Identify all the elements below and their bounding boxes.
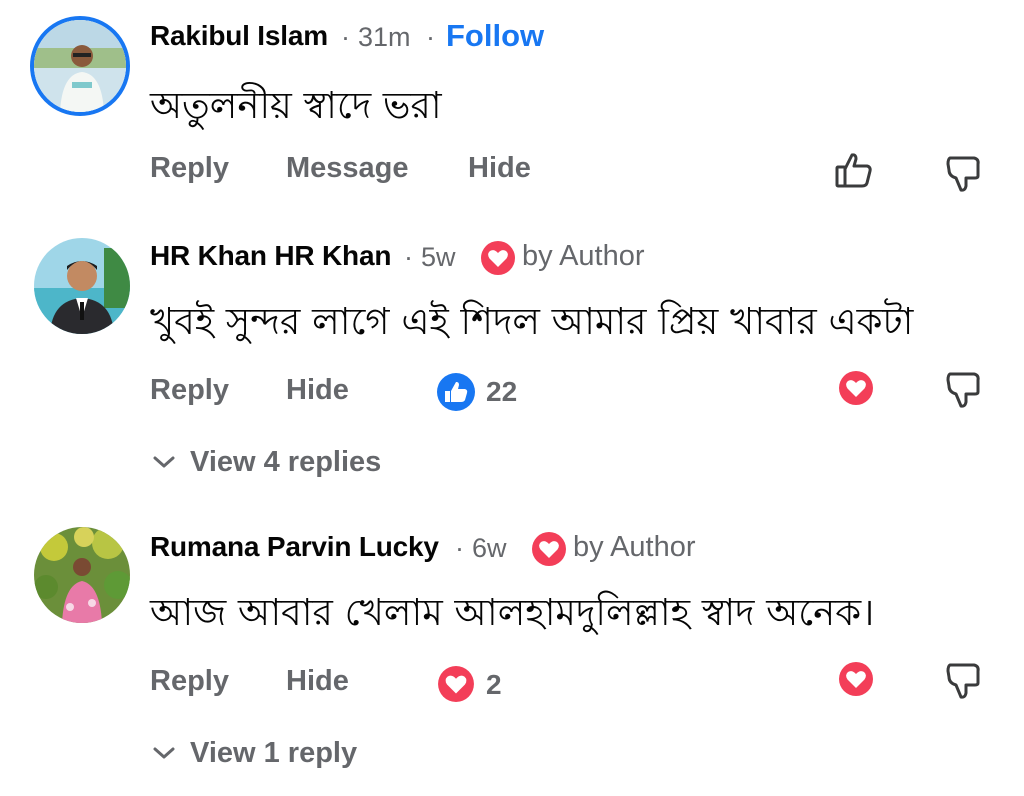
meta-separator: · xyxy=(404,242,413,272)
thumbs-down-outline-icon[interactable] xyxy=(944,154,984,194)
author-name[interactable]: Rumana Parvin Lucky xyxy=(150,531,439,563)
author-name[interactable]: HR Khan HR Khan xyxy=(150,240,391,272)
hide-button[interactable]: Hide xyxy=(286,374,349,407)
follow-button[interactable]: Follow xyxy=(446,18,544,54)
love-reaction-icon[interactable] xyxy=(838,661,874,697)
thumbs-up-outline-icon[interactable] xyxy=(834,150,874,190)
chevron-down-icon[interactable] xyxy=(150,452,178,472)
author-badge: by Author xyxy=(573,531,696,563)
meta-separator: · xyxy=(455,533,464,563)
meta-separator: · xyxy=(341,22,350,52)
hide-button[interactable]: Hide xyxy=(286,665,349,698)
reply-button[interactable]: Reply xyxy=(150,665,229,698)
timestamp[interactable]: 31m xyxy=(358,22,411,53)
author-badge: by Author xyxy=(522,240,645,272)
meta-separator: · xyxy=(426,22,435,52)
comment-text: অতুলনীয় স্বাদে ভরা xyxy=(150,84,442,127)
avatar[interactable] xyxy=(34,527,130,623)
love-heart-icon xyxy=(531,531,567,567)
avatar-photo xyxy=(34,527,130,623)
reaction-count[interactable]: 22 xyxy=(486,376,517,408)
hide-button[interactable]: Hide xyxy=(468,152,531,185)
timestamp[interactable]: 6w xyxy=(472,533,507,564)
comment-text: আজ আবার খেলাম আলহামদুলিল্লাহ স্বাদ অনেক। xyxy=(150,591,875,634)
view-replies-link[interactable]: View 4 replies xyxy=(190,446,381,479)
like-blue-icon[interactable] xyxy=(436,372,476,412)
reply-button[interactable]: Reply xyxy=(150,374,229,407)
avatar-photo xyxy=(34,238,130,334)
thumbs-down-outline-icon[interactable] xyxy=(944,661,984,701)
love-heart-icon xyxy=(480,240,516,276)
timestamp[interactable]: 5w xyxy=(421,242,456,273)
author-name[interactable]: Rakibul Islam xyxy=(150,20,328,52)
comment-text: খুবই সুন্দর লাগে এই শিদল আমার প্রিয় খাব… xyxy=(150,300,914,343)
avatar[interactable] xyxy=(30,16,130,116)
reaction-count[interactable]: 2 xyxy=(486,669,502,701)
avatar-photo xyxy=(34,20,126,112)
avatar[interactable] xyxy=(34,238,130,334)
message-button[interactable]: Message xyxy=(286,152,409,185)
thumbs-down-outline-icon[interactable] xyxy=(944,370,984,410)
reply-button[interactable]: Reply xyxy=(150,152,229,185)
view-replies-link[interactable]: View 1 reply xyxy=(190,737,357,770)
love-heart-icon[interactable] xyxy=(437,665,475,703)
love-reaction-icon[interactable] xyxy=(838,370,874,406)
chevron-down-icon[interactable] xyxy=(150,743,178,763)
